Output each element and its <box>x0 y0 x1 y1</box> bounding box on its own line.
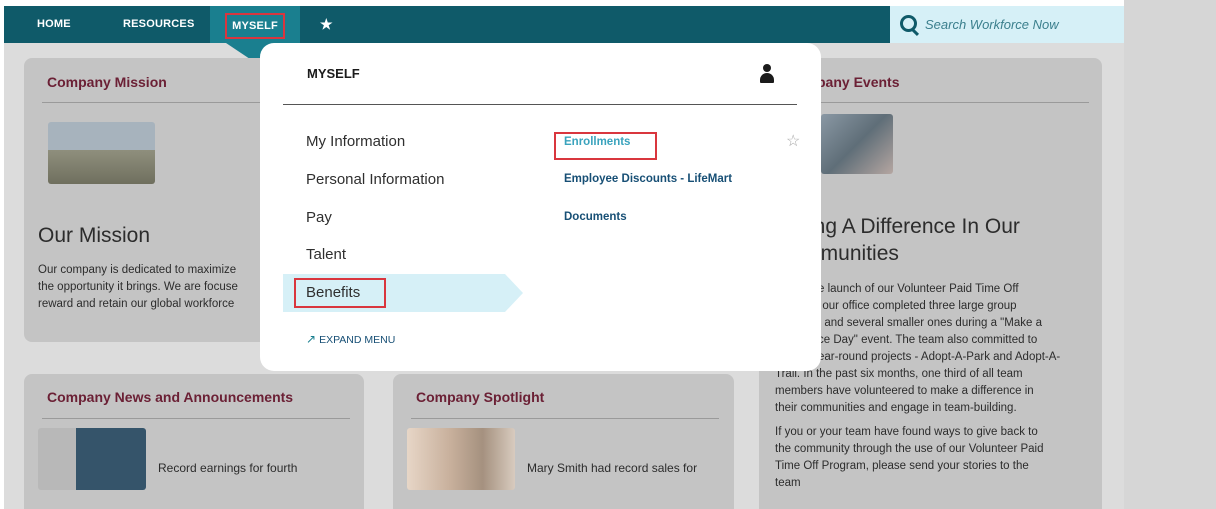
search-icon <box>900 15 917 32</box>
expand-icon: ↗ <box>306 332 317 346</box>
person-icon[interactable] <box>760 64 774 84</box>
menu-title: MYSELF <box>307 66 360 81</box>
events-text-line: , our office completed three large group <box>816 300 1017 312</box>
company-news-card: Company News and Announcements Record ea… <box>24 374 364 509</box>
menu-item-talent[interactable]: Talent <box>306 246 346 263</box>
events-text-line: ear-round projects - Adopt-A-Park and Ad… <box>818 351 1061 363</box>
nav-home[interactable]: HOME <box>37 6 71 43</box>
favorites-star-icon[interactable]: ★ <box>320 6 333 43</box>
card-title: Company Mission <box>47 74 167 90</box>
events-image <box>821 114 893 174</box>
nav-myself-label: MYSELF <box>225 13 285 39</box>
myself-menu-panel: MYSELF My Information Personal Informati… <box>260 43 821 371</box>
top-navigation: HOME RESOURCES MYSELF ★ Search Workforce… <box>4 6 1124 43</box>
mission-heading: Our Mission <box>38 224 151 247</box>
events-heading-line: ing A Difference In Our <box>809 215 1020 238</box>
events-text-line: ce Day" event. The team also committed t… <box>818 334 1038 346</box>
news-image <box>38 428 146 490</box>
mission-text-line: the opportunity it brings. We are focuse <box>38 281 238 293</box>
benefits-highlight-box <box>294 278 386 308</box>
company-spotlight-card: Company Spotlight Mary Smith had record … <box>393 374 734 509</box>
person-icon-body <box>760 73 774 83</box>
person-icon-head <box>763 64 771 72</box>
nav-resources[interactable]: RESOURCES <box>123 6 194 43</box>
mission-text: Our company is dedicated to maximize the… <box>38 262 238 313</box>
search-placeholder: Search Workforce Now <box>925 17 1059 32</box>
events-heading-line: nmunities <box>809 242 899 265</box>
events-heading: ing A Difference In Our nmunities <box>809 213 1020 267</box>
spotlight-image <box>407 428 515 490</box>
search-bar[interactable]: Search Workforce Now <box>890 6 1124 43</box>
mission-text-line: reward and retain our global workforce <box>38 298 235 310</box>
card-divider <box>411 418 719 419</box>
menu-item-personal-information[interactable]: Personal Information <box>306 171 444 188</box>
card-title: Company Spotlight <box>416 389 545 405</box>
road-image <box>48 122 155 184</box>
events-text: e launch of our Volunteer Paid Time Off … <box>775 281 1095 492</box>
expand-menu-link[interactable]: ↗ EXPAND MENU <box>306 332 395 346</box>
star-outline-icon[interactable]: ☆ <box>786 131 800 151</box>
events-text-line: Time Off Program, please send your stori… <box>775 460 1029 472</box>
events-text-line: , and several smaller ones during a "Mak… <box>818 317 1042 329</box>
card-title: Company News and Announcements <box>47 389 294 405</box>
sublink-employee-discounts[interactable]: Employee Discounts - LifeMart <box>564 173 732 185</box>
mission-text-line: Our company is dedicated to maximize <box>38 264 237 276</box>
portal-page: HOME RESOURCES MYSELF ★ Search Workforce… <box>4 6 1124 509</box>
events-text-line: their communities and engage in team-bui… <box>775 402 1017 414</box>
menu-item-my-information[interactable]: My Information <box>306 133 405 150</box>
events-text-line: Trail. In the past six months, one third… <box>775 368 1023 380</box>
right-gutter <box>1124 0 1216 509</box>
card-title: pany Events <box>817 74 900 90</box>
events-text-line: the community through the use of our Vol… <box>775 443 1044 455</box>
menu-item-pay[interactable]: Pay <box>306 209 332 226</box>
enrollments-highlight-box <box>554 132 657 160</box>
card-divider <box>817 102 1089 103</box>
events-text-line: e launch of our Volunteer Paid Time Off <box>818 283 1019 295</box>
events-text-line: If you or your team have found ways to g… <box>775 426 1038 438</box>
nav-myself[interactable]: MYSELF <box>210 6 300 43</box>
card-divider <box>42 418 350 419</box>
sublink-documents[interactable]: Documents <box>564 211 627 223</box>
menu-divider <box>283 104 797 105</box>
events-text-line: members have volunteered to make a diffe… <box>775 385 1034 397</box>
expand-menu-label: EXPAND MENU <box>319 334 396 346</box>
events-text-line: team <box>775 477 801 489</box>
spotlight-snippet[interactable]: Mary Smith had record sales for <box>527 460 697 477</box>
news-snippet[interactable]: Record earnings for fourth <box>158 460 297 477</box>
